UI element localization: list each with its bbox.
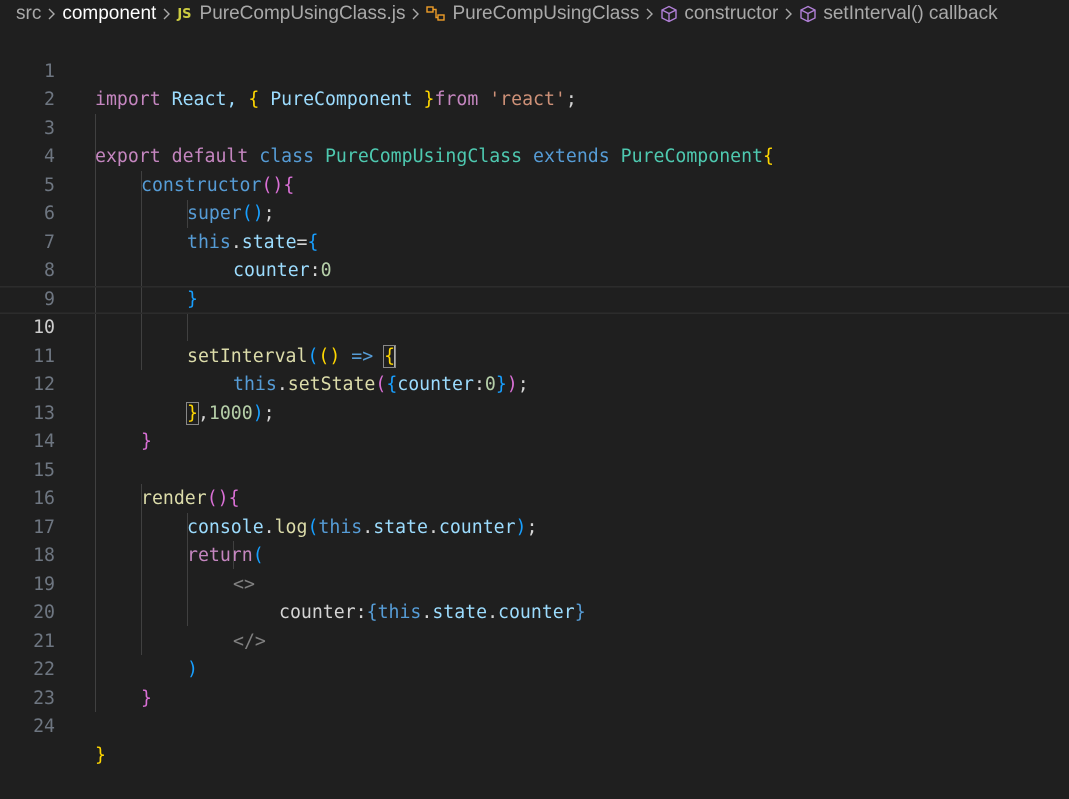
breadcrumb-constructor-label: constructor <box>684 3 779 24</box>
code-line[interactable]: 24 } <box>0 685 1069 766</box>
code-line[interactable]: 18 <> <box>0 514 1069 595</box>
code-line[interactable]: 20 </> <box>0 571 1069 652</box>
code-line[interactable]: 2 <box>0 58 1069 110</box>
code-line[interactable]: 15 render(){ <box>0 428 1069 510</box>
code-line[interactable]: 23 <box>0 656 1069 709</box>
code-line-current[interactable]: 10 setInterval(() => { <box>0 286 1069 368</box>
chevron-right-icon <box>47 7 56 21</box>
code-editor[interactable]: 1 import React, { PureComponent }from 'r… <box>0 29 1069 766</box>
code-line[interactable]: 8 } <box>0 229 1069 310</box>
breadcrumb-src[interactable]: src <box>16 3 41 25</box>
code-line[interactable]: 17 return( <box>0 485 1069 567</box>
breadcrumb-file-label: PureCompUsingClass.js <box>199 3 406 24</box>
code-line[interactable]: 22 } <box>0 628 1069 709</box>
code-line[interactable]: 13 } <box>0 371 1069 453</box>
chevron-right-icon <box>411 7 420 21</box>
code-line[interactable]: 9 <box>0 257 1069 310</box>
breadcrumb-callback-symbol[interactable]: setInterval() callback <box>799 3 998 25</box>
code-line[interactable]: 21 ) <box>0 599 1069 681</box>
line-number: 24 <box>33 716 55 737</box>
breadcrumb-class-label: PureCompUsingClass <box>452 3 640 24</box>
chevron-right-icon <box>645 7 654 21</box>
breadcrumb-class-symbol[interactable]: PureCompUsingClass <box>426 3 639 25</box>
class-symbol-icon <box>426 5 446 23</box>
code-line[interactable]: 19 counter:{this.state.counter} <box>0 542 1069 624</box>
chevron-right-icon <box>784 7 793 21</box>
code-line[interactable]: 6 this.state={ <box>0 172 1069 253</box>
code-line[interactable]: 3 export default class PureCompUsingClas… <box>0 86 1069 168</box>
code-line[interactable]: 5 super(); <box>0 143 1069 225</box>
code-text: } <box>95 744 106 766</box>
chevron-right-icon <box>162 7 171 21</box>
code-line[interactable]: 11 this.setState({counter:0}); <box>0 314 1069 396</box>
breadcrumb-file[interactable]: JS PureCompUsingClass.js <box>177 3 405 25</box>
code-line[interactable]: 4 constructor(){ <box>0 115 1069 196</box>
code-line[interactable]: 1 import React, { PureComponent }from 'r… <box>0 29 1069 111</box>
code-line[interactable]: 14 <box>0 400 1069 452</box>
code-line[interactable]: 12 },1000); <box>0 343 1069 425</box>
code-line[interactable]: 7 counter:0 <box>0 200 1069 282</box>
breadcrumb-component[interactable]: component <box>62 3 156 25</box>
breadcrumb: src component JS PureCompUsingClass.js P… <box>0 0 1069 28</box>
code-line[interactable]: 16 console.log(this.state.counter); <box>0 457 1069 538</box>
method-cube-icon <box>660 5 678 23</box>
method-cube-icon <box>799 5 817 23</box>
javascript-file-icon: JS <box>177 6 192 22</box>
breadcrumb-constructor-symbol[interactable]: constructor <box>660 3 778 25</box>
breadcrumb-callback-label: setInterval() callback <box>823 3 998 24</box>
